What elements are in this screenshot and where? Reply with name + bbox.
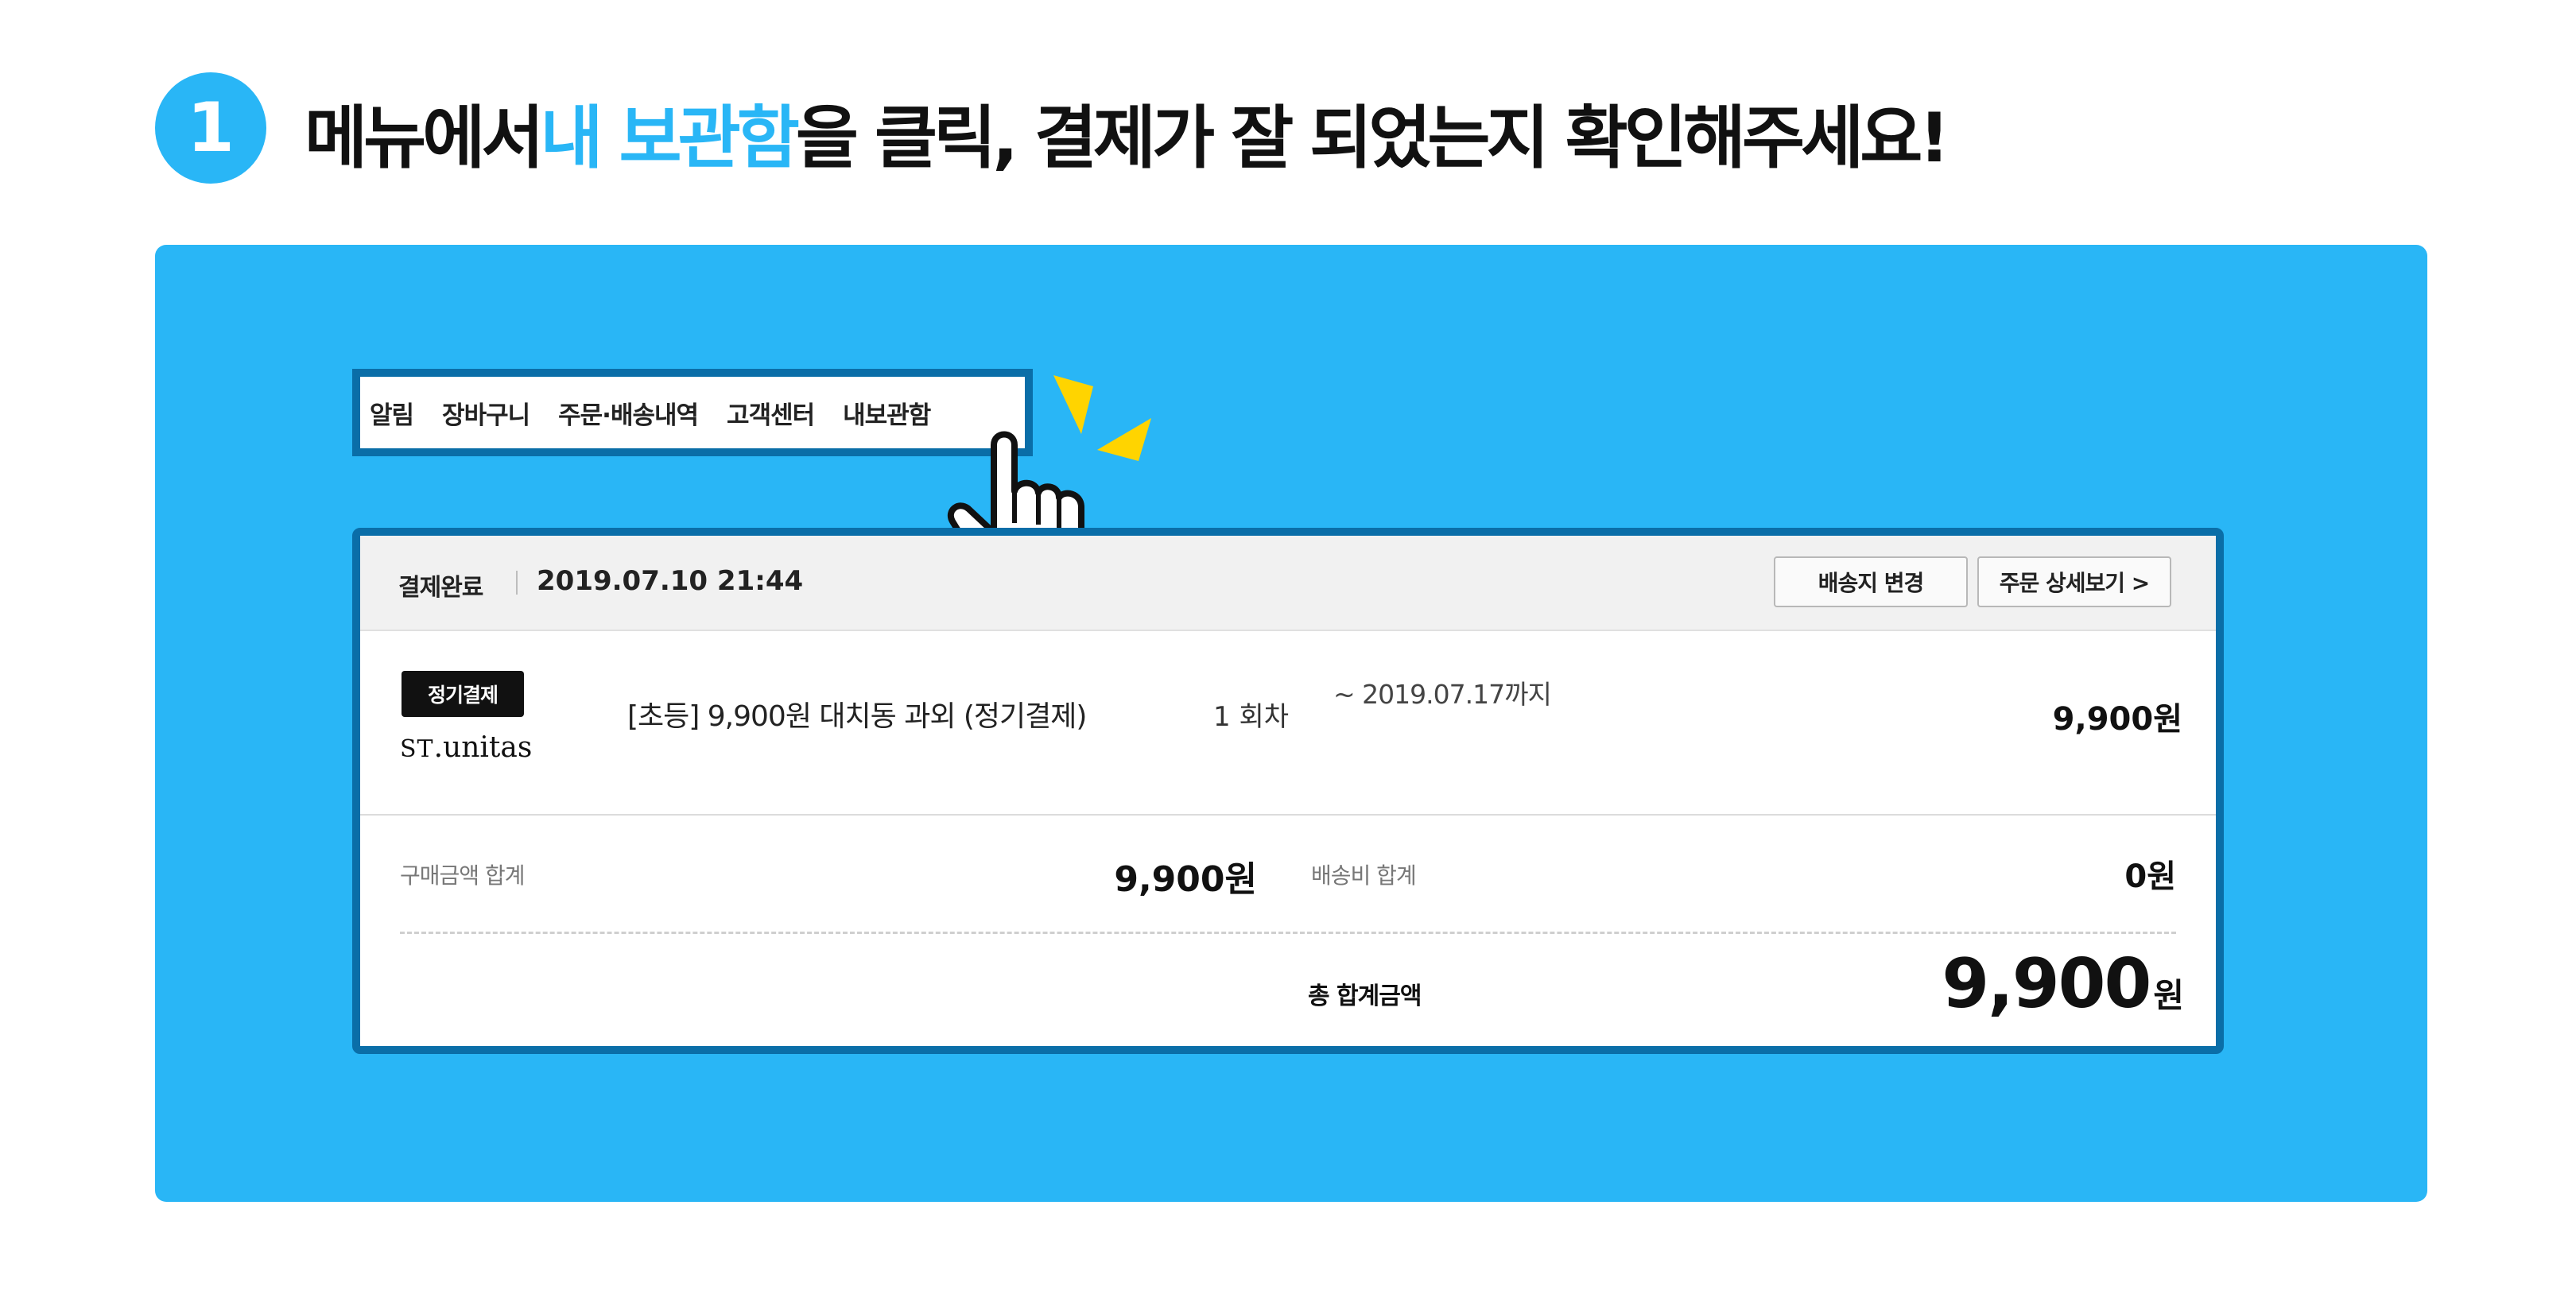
order-card: 결제완료 2019.07.10 21:44 배송지 변경 주문 상세보기 > 정… bbox=[352, 528, 2224, 1054]
step-number: 1 bbox=[187, 88, 235, 168]
grand-total-number: 9,900 bbox=[1942, 944, 2151, 1024]
purchase-total-value: 9,900원 bbox=[1114, 859, 1257, 900]
change-address-button[interactable]: 배송지 변경 bbox=[1774, 556, 1968, 607]
headline-text-before: 메뉴에서 bbox=[305, 98, 544, 178]
menu-item-notifications[interactable]: 알림 bbox=[370, 395, 414, 431]
menu-item-customer-center[interactable]: 고객센터 bbox=[727, 395, 815, 431]
grand-total-label: 총 합계금액 bbox=[1308, 982, 1422, 1010]
shipping-total-value: 0원 bbox=[2124, 858, 2176, 895]
step-number-badge: 1 bbox=[155, 72, 266, 184]
order-detail-button[interactable]: 주문 상세보기 > bbox=[1977, 556, 2171, 607]
menu-item-my-storage[interactable]: 내보관함 bbox=[843, 395, 931, 431]
round-count: 1 회차 bbox=[1213, 701, 1289, 733]
item-price: 9,900원 bbox=[2052, 701, 2182, 738]
headline-highlight: 내 보관함 bbox=[540, 98, 799, 178]
menu-item-order-delivery[interactable]: 주문·배송내역 bbox=[558, 395, 699, 431]
payment-summary: 구매금액 합계 9,900원 배송비 합계 0원 총 합계금액 9,900 원 bbox=[360, 814, 2216, 1046]
brand-logo: ST.unitas bbox=[400, 731, 533, 764]
subscription-badge: 정기결제 bbox=[402, 671, 524, 717]
grand-total-unit: 원 bbox=[2153, 976, 2184, 1015]
header-divider bbox=[516, 571, 518, 595]
subscription-period: ~ 2019.07.17까지 bbox=[1333, 679, 1552, 710]
top-menu: 알림 장바구니 주문·배송내역 고객센터 내보관함 bbox=[352, 369, 1033, 456]
page-headline: 메뉴에서 내 보관함 을 클릭, 결제가 잘 되었는지 확인해주세요! bbox=[305, 76, 1950, 187]
headline-text-after: 을 클릭, 결제가 잘 되었는지 확인해주세요! bbox=[795, 98, 1950, 178]
payment-status: 결제완료 bbox=[398, 574, 483, 602]
order-datetime: 2019.07.10 21:44 bbox=[537, 565, 804, 597]
product-title: [초등] 9,900원 대치동 과외 (정기결제) bbox=[627, 700, 1087, 733]
shipping-total-label: 배송비 합계 bbox=[1311, 862, 1417, 889]
order-item-row: 정기결제 ST.unitas [초등] 9,900원 대치동 과외 (정기결제)… bbox=[360, 631, 2216, 812]
order-card-header: 결제완료 2019.07.10 21:44 배송지 변경 주문 상세보기 > bbox=[360, 536, 2216, 631]
grand-total-value: 9,900 원 bbox=[1942, 944, 2184, 1024]
menu-item-cart[interactable]: 장바구니 bbox=[442, 395, 530, 431]
summary-divider bbox=[400, 932, 2176, 934]
purchase-total-label: 구매금액 합계 bbox=[400, 862, 525, 889]
